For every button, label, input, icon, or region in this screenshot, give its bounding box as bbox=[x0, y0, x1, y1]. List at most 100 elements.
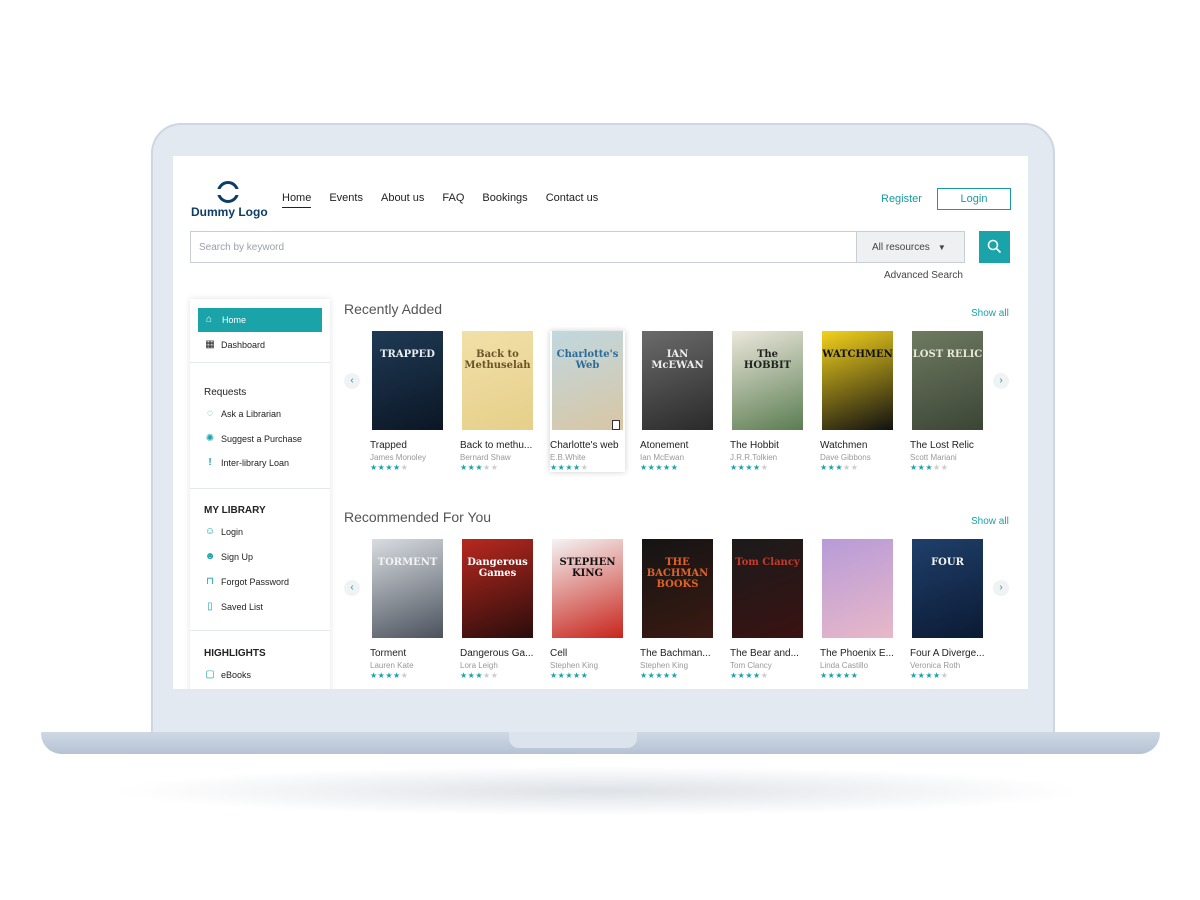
cover-title: WATCHMEN bbox=[822, 349, 893, 360]
book-title[interactable]: Cell bbox=[550, 648, 625, 659]
nav-events[interactable]: Events bbox=[329, 192, 363, 208]
star-rating: ★★★★★ bbox=[550, 671, 625, 680]
star-icon: ★ bbox=[580, 463, 589, 472]
book-cover[interactable]: IAN McEWAN bbox=[642, 331, 713, 430]
book-cover[interactable]: Tom Clancy bbox=[732, 539, 803, 638]
book-card[interactable]: The HOBBIT The Hobbit J.R.R.Tolkien ★★★★★ bbox=[730, 331, 805, 472]
book-cover[interactable]: STEPHEN KING bbox=[552, 539, 623, 638]
book-card[interactable]: IAN McEWAN Atonement Ian McEwan ★★★★★ bbox=[640, 331, 715, 472]
search-button[interactable] bbox=[979, 231, 1010, 263]
laptop-shadow bbox=[110, 766, 1090, 816]
add-user-icon: ☻ bbox=[204, 551, 216, 562]
book-cover[interactable]: TRAPPED bbox=[372, 331, 443, 430]
nav-faq[interactable]: FAQ bbox=[442, 192, 464, 208]
nav-about-us[interactable]: About us bbox=[381, 192, 424, 208]
bookmark-icon: ▯ bbox=[207, 601, 213, 612]
user-icon: ☺ bbox=[204, 526, 216, 537]
book-title[interactable]: The Bear and... bbox=[730, 648, 805, 659]
book-card[interactable]: Dangerous Games Dangerous Ga... Lora Leigh… bbox=[460, 539, 535, 680]
book-card[interactable]: THE BACHMAN BOOKS The Bachman... Stephen K… bbox=[640, 539, 715, 680]
home-icon: ⌂ bbox=[206, 314, 213, 325]
book-card[interactable]: Tom Clancy The Bear and... Tom Clancy ★★★★★ bbox=[730, 539, 805, 680]
book-card[interactable]: STEPHEN KING Cell Stephen King ★★★★★ bbox=[550, 539, 625, 680]
book-card[interactable]: TRAPPED Trapped James Monoley ★★★★★ bbox=[370, 331, 445, 472]
cover-title: LOST RELIC bbox=[912, 349, 983, 360]
star-icon: ★ bbox=[745, 463, 754, 472]
book-cover[interactable]: LOST RELIC bbox=[912, 331, 983, 430]
book-card[interactable]: WATCHMEN Watchmen Dave Gibbons ★★★★★ bbox=[820, 331, 895, 472]
book-title[interactable]: Dangerous Ga... bbox=[460, 648, 535, 659]
recently-added-show-all[interactable]: Show all bbox=[971, 308, 1009, 319]
star-rating: ★★★★★ bbox=[550, 463, 625, 472]
book-author: J.R.R.Tolkien bbox=[730, 453, 778, 462]
cover-title: THE BACHMAN BOOKS bbox=[646, 557, 709, 590]
nav-home[interactable]: Home bbox=[282, 192, 312, 208]
cover-title: Back to Methuselah bbox=[464, 349, 531, 371]
resources-value: All resources bbox=[872, 242, 930, 253]
book-cover[interactable]: THE BACHMAN BOOKS bbox=[642, 539, 713, 638]
login-button[interactable]: Login bbox=[937, 188, 1011, 210]
search-input[interactable]: Search by keyword bbox=[190, 231, 857, 263]
book-card[interactable]: TORMENT Torment Lauren Kate ★★★★★ bbox=[370, 539, 445, 680]
book-title[interactable]: The Bachman... bbox=[640, 648, 715, 659]
nav-contact-us[interactable]: Contact us bbox=[546, 192, 599, 208]
recent-next-arrow[interactable]: › bbox=[993, 373, 1009, 389]
book-cover[interactable]: Dangerous Games bbox=[462, 539, 533, 638]
book-card[interactable]: Charlotte's Web Charlotte's web E.B.White ★… bbox=[550, 331, 625, 472]
book-title[interactable]: Watchmen bbox=[820, 440, 895, 451]
chevron-left-icon: ‹ bbox=[350, 582, 354, 593]
book-card[interactable]: FOUR Four A Diverge... Veronica Roth ★★★★★ bbox=[910, 539, 985, 680]
book-cover[interactable]: Charlotte's Web bbox=[552, 331, 623, 430]
recommended-title: Recommended For You bbox=[344, 509, 492, 525]
book-cover[interactable]: WATCHMEN bbox=[822, 331, 893, 430]
book-title[interactable]: Trapped bbox=[370, 440, 445, 451]
book-cover[interactable]: Back to Methuselah bbox=[462, 331, 533, 430]
sidebar-item-saved-list[interactable]: ▯ Saved List bbox=[207, 601, 263, 612]
book-card[interactable]: The Phoenix E... Linda Castillo ★★★★★ bbox=[820, 539, 895, 680]
book-title[interactable]: The Lost Relic bbox=[910, 440, 985, 451]
sidebar-item-login[interactable]: ☺ Login bbox=[205, 526, 243, 537]
main-nav: Home Events About us FAQ Bookings Contac… bbox=[282, 192, 598, 208]
register-link[interactable]: Register bbox=[881, 193, 922, 205]
star-icon: ★ bbox=[850, 463, 859, 472]
book-title[interactable]: The Hobbit bbox=[730, 440, 805, 451]
book-title[interactable]: Back to methu... bbox=[460, 440, 535, 451]
recommended-prev-arrow[interactable]: ‹ bbox=[344, 580, 360, 596]
bookmark-icon[interactable] bbox=[612, 420, 620, 430]
book-card[interactable]: Back to Methuselah Back to methu... Bernar… bbox=[460, 331, 535, 472]
logo[interactable]: Dummy Logo bbox=[191, 181, 268, 219]
sidebar-item-ebooks[interactable]: ▢ eBooks bbox=[205, 669, 251, 680]
book-title[interactable]: Torment bbox=[370, 648, 445, 659]
book-cover[interactable]: FOUR bbox=[912, 539, 983, 638]
nav-bookings[interactable]: Bookings bbox=[482, 192, 527, 208]
book-title[interactable]: Charlotte's web bbox=[550, 440, 625, 451]
recommended-next-arrow[interactable]: › bbox=[993, 580, 1009, 596]
book-card[interactable]: LOST RELIC The Lost Relic Scott Mariani ★★★… bbox=[910, 331, 985, 472]
sidebar-item-label: Ask a Librarian bbox=[221, 409, 282, 419]
book-title[interactable]: The Phoenix E... bbox=[820, 648, 895, 659]
resources-select[interactable]: All resources ▼ bbox=[857, 231, 965, 263]
star-icon: ★ bbox=[385, 463, 394, 472]
book-title[interactable]: Atonement bbox=[640, 440, 715, 451]
star-icon: ★ bbox=[910, 463, 918, 472]
book-cover[interactable]: The HOBBIT bbox=[732, 331, 803, 430]
sidebar-item-dashboard[interactable]: ▦ Dashboard bbox=[205, 339, 265, 350]
grid-icon: ▦ bbox=[205, 339, 215, 350]
sidebar-item-ask-librarian[interactable]: ◌ Ask a Librarian bbox=[207, 408, 282, 419]
sidebar-item-label: Home bbox=[222, 315, 247, 325]
recent-prev-arrow[interactable]: ‹ bbox=[344, 373, 360, 389]
sidebar-item-forgot-password[interactable]: ⊓ Forgot Password bbox=[206, 576, 289, 587]
book-title[interactable]: Four A Diverge... bbox=[910, 648, 985, 659]
sidebar-item-home[interactable]: ⌂ Home bbox=[198, 308, 322, 332]
book-cover[interactable]: TORMENT bbox=[372, 539, 443, 638]
book-author: Dave Gibbons bbox=[820, 453, 871, 462]
star-rating: ★★★★★ bbox=[370, 671, 445, 680]
star-icon: ★ bbox=[370, 671, 378, 680]
recommended-show-all[interactable]: Show all bbox=[971, 516, 1009, 527]
sidebar-item-interlibrary-loan[interactable]: ! Inter-library Loan bbox=[208, 457, 289, 468]
book-cover[interactable] bbox=[822, 539, 893, 638]
star-icon: ★ bbox=[490, 463, 499, 472]
advanced-search-link[interactable]: Advanced Search bbox=[884, 270, 963, 281]
sidebar-item-suggest-purchase[interactable]: ✺ Suggest a Purchase bbox=[206, 433, 302, 444]
sidebar-item-sign-up[interactable]: ☻ Sign Up bbox=[205, 551, 253, 562]
